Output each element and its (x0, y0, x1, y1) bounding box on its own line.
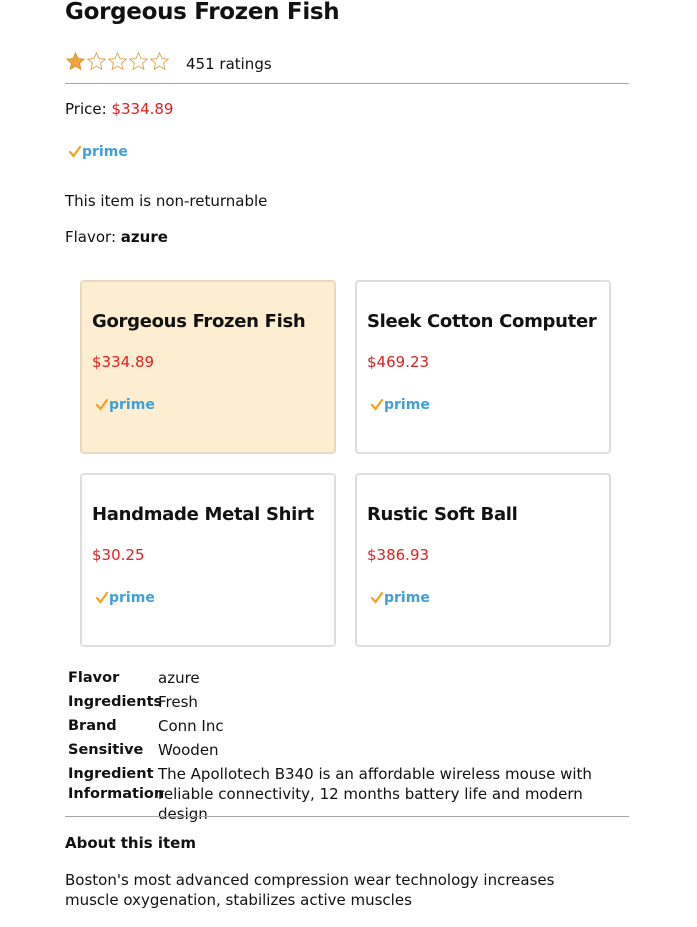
prime-label: prime (384, 590, 430, 606)
prime-check-icon (95, 591, 109, 604)
spec-value: Wooden (158, 741, 219, 759)
variant-price: $386.93 (367, 546, 430, 564)
flavor-value: azure (120, 228, 168, 246)
spec-value: The Apollotech B340 is an affordable wir… (158, 765, 592, 823)
rating-row: 451 ratings (65, 48, 272, 74)
variant-title: Handmade Metal Shirt (92, 504, 314, 525)
variant-title: Sleek Cotton Computer (367, 311, 597, 332)
flavor-label: Flavor: (65, 228, 116, 246)
prime-badge: prime (95, 591, 155, 605)
flavor-row: Flavor: azure (65, 228, 168, 246)
prime-label: prime (82, 144, 128, 160)
spec-key: Ingredient Information (68, 766, 165, 802)
variant-title: Gorgeous Frozen Fish (92, 311, 306, 332)
about-text: Boston's most advanced compression wear … (65, 871, 555, 909)
prime-check-icon (68, 145, 82, 158)
spec-value: azure (158, 669, 200, 687)
prime-label: prime (109, 397, 155, 413)
divider (65, 816, 629, 817)
specs-table: Flavor azure Ingredients Fresh Brand Con… (68, 668, 628, 828)
prime-label: prime (384, 397, 430, 413)
about-heading: About this item (65, 834, 196, 852)
prime-check-icon (95, 398, 109, 411)
product-title: Gorgeous Frozen Fish (65, 0, 340, 25)
spec-row: Sensitive Wooden (68, 740, 628, 760)
prime-badge: prime (68, 145, 128, 159)
star-rating[interactable] (65, 51, 170, 72)
variant-title: Rustic Soft Ball (367, 504, 518, 525)
prime-check-icon (370, 591, 384, 604)
spec-key: Brand (68, 718, 117, 734)
variant-price: $469.23 (367, 353, 430, 371)
price-value: $334.89 (111, 100, 174, 118)
variant-price: $30.25 (92, 546, 145, 564)
spec-row: Flavor azure (68, 668, 628, 688)
price-label: Price: (65, 100, 107, 118)
variant-card[interactable]: Sleek Cotton Computer $469.23 prime (355, 280, 611, 454)
divider (65, 83, 629, 84)
variant-price: $334.89 (92, 353, 155, 371)
spec-row: Ingredients Fresh (68, 692, 628, 712)
spec-row: Brand Conn Inc (68, 716, 628, 736)
spec-value: Fresh (158, 693, 198, 711)
spec-key: Flavor (68, 670, 120, 686)
prime-badge: prime (370, 591, 430, 605)
star-empty-icon (128, 51, 149, 70)
variant-card[interactable]: Rustic Soft Ball $386.93 prime (355, 473, 611, 647)
spec-key: Sensitive (68, 742, 144, 758)
variant-card[interactable]: Handmade Metal Shirt $30.25 prime (80, 473, 336, 647)
spec-row: Ingredient Information The Apollotech B3… (68, 764, 628, 824)
prime-check-icon (370, 398, 384, 411)
prime-badge: prime (95, 398, 155, 412)
spec-value: Conn Inc (158, 717, 224, 735)
star-empty-icon (86, 51, 107, 70)
star-filled-icon (65, 51, 86, 70)
variant-card-selected[interactable]: Gorgeous Frozen Fish $334.89 prime (80, 280, 336, 454)
prime-badge: prime (370, 398, 430, 412)
returnable-note: This item is non-returnable (65, 192, 268, 210)
prime-label: prime (109, 590, 155, 606)
spec-key: Ingredients (68, 694, 163, 710)
star-empty-icon (107, 51, 128, 70)
ratings-count-link[interactable]: 451 ratings (186, 55, 272, 73)
price-row: Price: $334.89 (65, 100, 173, 118)
star-empty-icon (149, 51, 170, 70)
